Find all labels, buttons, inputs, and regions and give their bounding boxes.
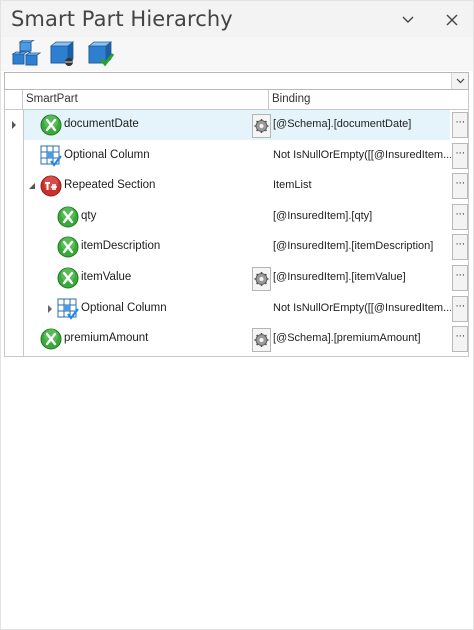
binding-value: Not IsNullOrEmpty([[@InsuredItem...: [273, 148, 451, 161]
smartpart-label: premiumAmount: [64, 332, 149, 345]
smartpart-label: Optional Column: [64, 148, 150, 161]
tree-row[interactable]: premiumAmount [@Schema].[premiumAmount] ··…: [5, 324, 468, 355]
row-pointer-icon: [9, 120, 19, 130]
tree-row[interactable]: qty [@InsuredItem].[qty] ···: [5, 202, 468, 233]
gear-icon[interactable]: [252, 267, 271, 291]
smartpart-label: qty: [81, 209, 97, 222]
binding-ellipsis-button[interactable]: ···: [452, 173, 468, 200]
field-x-icon: [40, 328, 62, 350]
binding-value: [@InsuredItem].[qty]: [273, 209, 373, 222]
grid-header: SmartPart Binding: [5, 90, 468, 110]
toolbar: [1, 37, 473, 71]
binding-value: [@InsuredItem].[itemDescription]: [273, 240, 434, 253]
binding-ellipsis-button[interactable]: ···: [452, 265, 468, 291]
binding-value: [@InsuredItem].[itemValue]: [273, 271, 406, 283]
hierarchy-cubes-icon[interactable]: [11, 39, 42, 68]
chevron-down-icon[interactable]: [451, 73, 468, 89]
chevron-down-icon[interactable]: [397, 9, 419, 31]
tree-row[interactable]: Optional Column Not IsNullOrEmpty([[@Insu…: [5, 141, 468, 172]
tree-row[interactable]: itemDescription [@InsuredItem].[itemDescr…: [5, 232, 468, 263]
binding-ellipsis-button[interactable]: ···: [452, 203, 468, 230]
binding-ellipsis-button[interactable]: ···: [452, 234, 468, 261]
field-x-icon: [40, 114, 62, 136]
smartpart-label: Optional Column: [81, 301, 167, 314]
column-header-smartpart[interactable]: SmartPart: [23, 90, 269, 109]
pane-title: Smart Part Hierarchy: [11, 7, 233, 31]
field-x-icon: [57, 236, 79, 258]
optional-column-icon: [40, 145, 62, 167]
close-icon[interactable]: [441, 9, 463, 31]
binding-ellipsis-button[interactable]: ···: [452, 326, 468, 353]
smartpart-label: itemValue: [81, 271, 132, 283]
cube-connect-icon[interactable]: [47, 40, 77, 68]
repeated-section-icon: [40, 175, 62, 197]
smartpart-label: itemDescription: [81, 240, 161, 253]
tree-row[interactable]: Optional Column Not IsNullOrEmpty([[@Insu…: [5, 294, 468, 325]
title-bar: Smart Part Hierarchy: [1, 1, 473, 37]
binding-value: [@Schema].[documentDate]: [273, 118, 412, 130]
collapsed-arrow-icon[interactable]: [45, 304, 55, 314]
optional-column-icon: [57, 298, 79, 320]
smartpart-label: Repeated Section: [64, 179, 156, 192]
gear-icon[interactable]: [252, 114, 271, 138]
binding-ellipsis-button[interactable]: ···: [452, 142, 468, 169]
binding-value: ItemList: [273, 179, 312, 192]
tree-row[interactable]: Repeated Section ItemList ···: [5, 171, 468, 202]
gear-icon[interactable]: [252, 328, 271, 353]
column-header-binding[interactable]: Binding: [269, 90, 450, 109]
tree-row[interactable]: documentDate [@Schema].[documentDate] ···: [5, 110, 468, 141]
smartpart-selector-combo[interactable]: [4, 72, 469, 90]
binding-ellipsis-button[interactable]: ···: [452, 295, 468, 322]
field-x-icon: [57, 267, 79, 289]
header-gutter: [5, 90, 23, 109]
tree-row[interactable]: itemValue [@InsuredItem].[itemValue] ···: [5, 263, 468, 294]
binding-ellipsis-button[interactable]: ···: [452, 112, 468, 138]
binding-value: Not IsNullOrEmpty([[@InsuredItem...: [273, 301, 451, 314]
binding-value: [@Schema].[premiumAmount]: [273, 332, 421, 345]
cube-validate-icon[interactable]: [85, 40, 115, 68]
smartpart-label: documentDate: [64, 118, 139, 130]
field-x-icon: [57, 206, 79, 228]
expanded-arrow-icon[interactable]: [27, 181, 37, 191]
hierarchy-grid: SmartPart Binding documentDate [@Schema].…: [4, 90, 469, 357]
smart-part-hierarchy-pane: Smart Part Hierarchy SmartPart Binding d…: [0, 0, 474, 630]
